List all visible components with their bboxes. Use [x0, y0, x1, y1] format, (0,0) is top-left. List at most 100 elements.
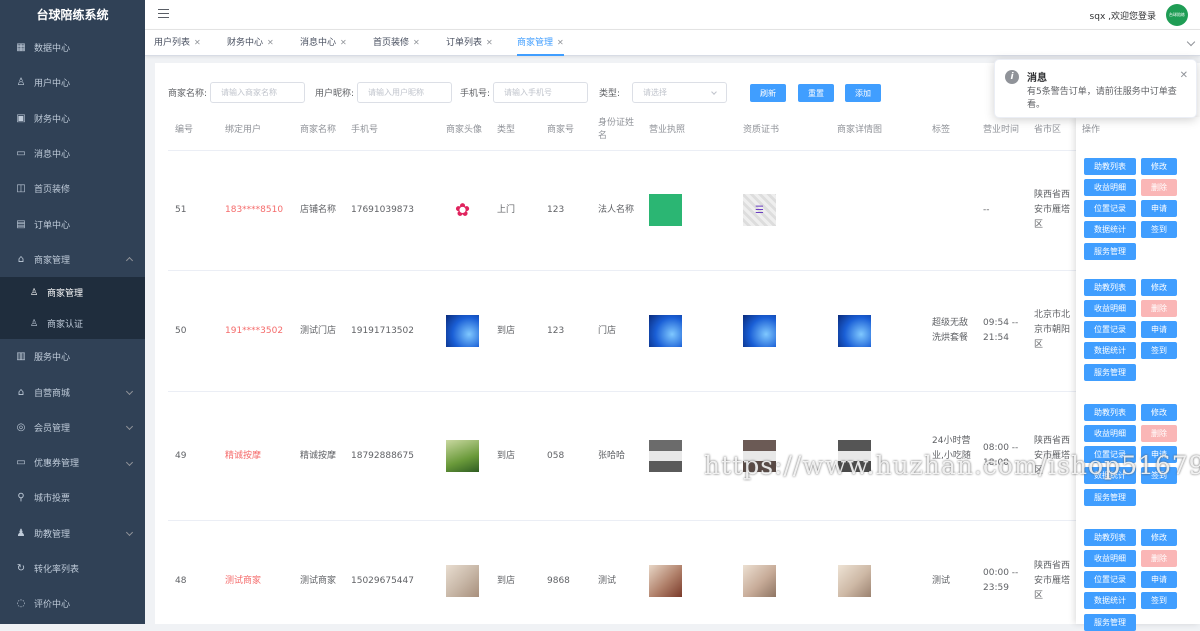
member-icon: ◎ [16, 421, 26, 433]
teach-list-button[interactable]: 助教列表 [1084, 279, 1136, 296]
teach-list-button[interactable]: 助教列表 [1084, 404, 1136, 421]
filter-label: 手机号: [460, 89, 491, 99]
add-button[interactable]: 添加 [845, 84, 881, 102]
delete-button[interactable]: 删除 [1141, 179, 1177, 196]
sign-in-button[interactable]: 签到 [1141, 342, 1177, 359]
close-icon[interactable]: ✕ [557, 38, 564, 47]
detail-image[interactable] [838, 565, 871, 597]
data-stats-button[interactable]: 数据统计 [1084, 221, 1136, 238]
sidebar-item-messages[interactable]: ▭ 消息中心 [0, 136, 145, 171]
delete-button[interactable]: 删除 [1141, 300, 1177, 317]
avatar-image[interactable]: ✿ [446, 194, 479, 226]
sidebar-item-mall[interactable]: ⌂ 自营商城 [0, 374, 145, 409]
cert-image[interactable] [743, 565, 776, 597]
avatar-image[interactable] [446, 315, 479, 347]
cell-user[interactable]: 精诚按摩 [225, 449, 261, 464]
store-icon: ⌂ [17, 386, 25, 398]
cell-user[interactable]: 测试商家 [225, 574, 261, 589]
sidebar-item-home-decor[interactable]: ◫ 首页装修 [0, 171, 145, 206]
cert-image[interactable]: ☰ [743, 194, 776, 226]
teach-list-button[interactable]: 助教列表 [1084, 158, 1136, 175]
apply-button[interactable]: 申请 [1141, 571, 1177, 588]
sidebar-item-label: 优惠券管理 [34, 459, 80, 470]
close-icon[interactable]: ✕ [413, 38, 420, 47]
sidebar-item-service[interactable]: ▥ 服务中心 [0, 339, 145, 374]
apply-button[interactable]: 申请 [1141, 321, 1177, 338]
sidebar-item-user-center[interactable]: ♙ 用户中心 [0, 65, 145, 100]
tab-messages[interactable]: 消息中心 ✕ [300, 30, 347, 56]
sidebar-item-merchant[interactable]: ⌂ 商家管理 [0, 242, 145, 277]
sidebar-item-coupons[interactable]: ▭ 优惠券管理 [0, 445, 145, 480]
sign-in-button[interactable]: 签到 [1141, 592, 1177, 609]
cell-user[interactable]: 191****3502 [225, 324, 283, 339]
sidebar-item-orders[interactable]: ▤ 订单中心 [0, 206, 145, 241]
refresh-button[interactable]: 刷新 [750, 84, 786, 102]
phone-input[interactable]: 请输入手机号 [493, 82, 589, 103]
service-manage-button[interactable]: 服务管理 [1084, 614, 1136, 631]
tab-home-decor[interactable]: 首页装修 ✕ [373, 30, 420, 56]
submenu-item-merchant-manage[interactable]: ♙ 商家管理 [0, 277, 145, 308]
submenu-item-merchant-auth[interactable]: ♙ 商家认证 [0, 308, 145, 339]
license-image[interactable] [649, 194, 682, 226]
detail-image[interactable] [838, 315, 871, 347]
edit-button[interactable]: 修改 [1141, 404, 1177, 421]
tab-user-list[interactable]: 用户列表 ✕ [154, 30, 201, 56]
license-image[interactable] [649, 440, 682, 472]
service-manage-button[interactable]: 服务管理 [1084, 364, 1136, 381]
location-record-button[interactable]: 位置记录 [1084, 571, 1136, 588]
sidebar-item-city-vote[interactable]: ⚲ 城市投票 [0, 480, 145, 515]
sidebar-item-label: 会员管理 [34, 423, 71, 434]
close-icon[interactable]: ✕ [340, 38, 347, 47]
sidebar-item-data-center[interactable]: ▦ 数据中心 [0, 30, 145, 65]
edit-button[interactable]: 修改 [1141, 279, 1177, 296]
merchant-submenu: ♙ 商家管理 ♙ 商家认证 [0, 277, 145, 340]
teach-list-button[interactable]: 助教列表 [1084, 529, 1136, 546]
edit-button[interactable]: 修改 [1141, 158, 1177, 175]
sign-in-button[interactable]: 签到 [1141, 221, 1177, 238]
close-icon[interactable]: ✕ [1180, 70, 1188, 81]
merchant-name-input[interactable]: 请输入商家名称 [210, 82, 306, 103]
close-icon[interactable]: ✕ [486, 38, 493, 47]
location-record-button[interactable]: 位置记录 [1084, 321, 1136, 338]
chevron-down-icon[interactable] [1186, 37, 1196, 47]
delete-button[interactable]: 删除 [1141, 550, 1177, 567]
tab-label: 首页装修 [373, 38, 410, 48]
avatar-image[interactable] [446, 440, 479, 472]
sidebar-item-reviews[interactable]: ◌ 评价中心 [0, 586, 145, 621]
data-stats-button[interactable]: 数据统计 [1084, 592, 1136, 609]
cell-type: 到店 [497, 326, 516, 336]
tab-orders[interactable]: 订单列表 ✕ [446, 30, 493, 56]
license-image[interactable] [649, 315, 682, 347]
sidebar-item-conversion[interactable]: ↻ 转化率列表 [0, 551, 145, 586]
sidebar-item-finance[interactable]: ▣ 财务中心 [0, 101, 145, 136]
nickname-input[interactable]: 请输入用户昵称 [357, 82, 453, 103]
service-manage-button[interactable]: 服务管理 [1084, 489, 1136, 506]
income-detail-button[interactable]: 收益明细 [1084, 425, 1136, 442]
income-detail-button[interactable]: 收益明细 [1084, 550, 1136, 567]
delete-button[interactable]: 删除 [1141, 425, 1177, 442]
type-select[interactable]: 请选择 [632, 82, 728, 103]
income-detail-button[interactable]: 收益明细 [1084, 300, 1136, 317]
tab-finance[interactable]: 财务中心 ✕ [227, 30, 274, 56]
filter-merchant-name: 商家名称: 请输入商家名称 [168, 82, 306, 103]
service-manage-button[interactable]: 服务管理 [1084, 243, 1136, 260]
cert-image[interactable] [743, 315, 776, 347]
edit-button[interactable]: 修改 [1141, 529, 1177, 546]
close-icon[interactable]: ✕ [194, 38, 201, 47]
apply-button[interactable]: 申请 [1141, 200, 1177, 217]
sidebar-item-members[interactable]: ◎ 会员管理 [0, 410, 145, 445]
income-detail-button[interactable]: 收益明细 [1084, 179, 1136, 196]
cell-hours: 00:00 -- 23:59 [983, 568, 1019, 593]
close-icon[interactable]: ✕ [267, 38, 274, 47]
data-stats-button[interactable]: 数据统计 [1084, 342, 1136, 359]
sidebar-item-assistants[interactable]: ♟ 助教管理 [0, 516, 145, 551]
avatar[interactable]: 台球陪练 [1166, 4, 1188, 26]
avatar-image[interactable] [446, 565, 479, 597]
reset-button[interactable]: 重置 [798, 84, 834, 102]
location-record-button[interactable]: 位置记录 [1084, 200, 1136, 217]
tab-merchant[interactable]: 商家管理 ✕ [517, 30, 564, 56]
cell-type: 到店 [497, 451, 516, 461]
hamburger-icon[interactable] [158, 9, 169, 18]
cell-user[interactable]: 183****8510 [225, 203, 283, 218]
license-image[interactable] [649, 565, 682, 597]
